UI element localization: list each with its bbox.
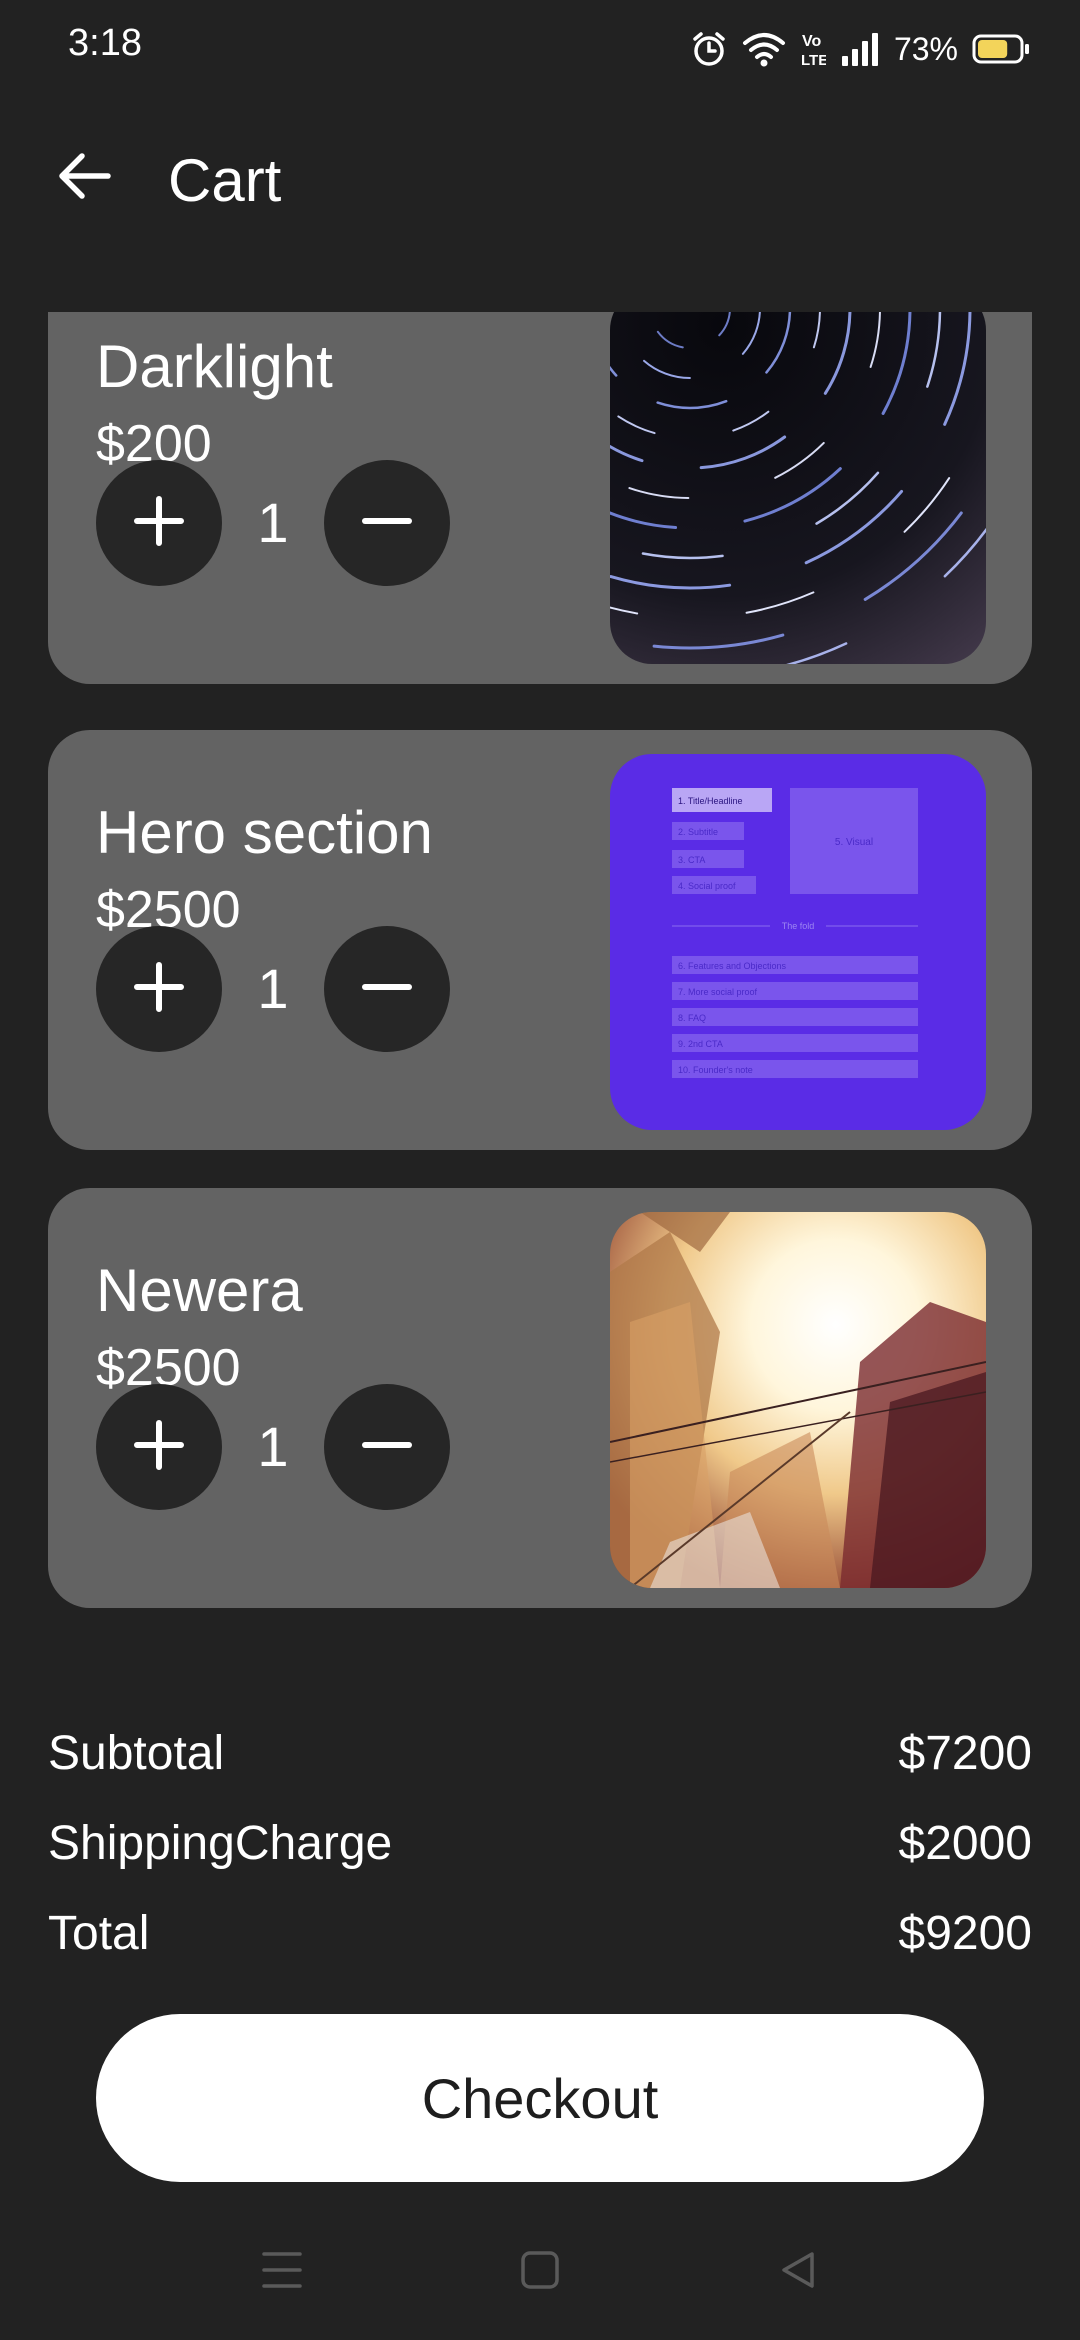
home-nav-button[interactable]: [500, 2242, 580, 2302]
plus-icon: [133, 961, 185, 1018]
wireframe-label: 4. Social proof: [678, 881, 736, 891]
home-square-icon: [520, 2250, 560, 2295]
menu-nav-button[interactable]: [242, 2242, 322, 2302]
star-trails-image: [610, 312, 986, 664]
decrease-quantity-button[interactable]: [324, 1384, 450, 1510]
back-triangle-icon: [778, 2250, 818, 2295]
subtotal-label: Subtotal: [48, 1727, 225, 1780]
svg-text:Vo: Vo: [802, 33, 821, 50]
wireframe-label: 5. Visual: [835, 837, 873, 848]
back-button[interactable]: [48, 142, 120, 214]
increase-quantity-button[interactable]: [96, 926, 222, 1052]
increase-quantity-button[interactable]: [96, 460, 222, 586]
wireframe-label: The fold: [782, 921, 815, 931]
status-bar: 3:18 Vo LTE 73%: [0, 0, 1080, 96]
cart-item-newera[interactable]: Newera $2500 1: [48, 1188, 1032, 1608]
wireframe-label: 1. Title/Headline: [678, 796, 743, 806]
battery-icon: [972, 33, 1030, 65]
signal-icon: [840, 32, 880, 66]
item-image: [610, 312, 986, 664]
checkout-button[interactable]: Checkout: [96, 2014, 984, 2182]
cart-item-darklight[interactable]: Darklight $200 1: [48, 312, 1032, 684]
wireframe-image: 1. Title/Headline 2. Subtitle 3. CTA 4. …: [610, 754, 986, 1130]
total-value: $9200: [898, 1907, 1032, 1960]
wireframe-label: 2. Subtitle: [678, 827, 718, 837]
item-image: [610, 1212, 986, 1588]
wifi-icon: [742, 31, 786, 67]
shipping-row: ShippingCharge $2000: [48, 1808, 1032, 1898]
arrow-left-icon: [56, 152, 112, 205]
increase-quantity-button[interactable]: [96, 1384, 222, 1510]
total-label: Total: [48, 1907, 150, 1960]
page-title: Cart: [168, 147, 282, 214]
wireframe-label: 10. Founder's note: [678, 1065, 753, 1075]
back-nav-button[interactable]: [758, 2242, 838, 2302]
svg-text:LTE: LTE: [801, 52, 826, 69]
item-name: Hero section: [96, 799, 433, 866]
total-row: Total $9200: [48, 1898, 1032, 1988]
volte-icon: Vo LTE: [800, 29, 826, 69]
shipping-label: ShippingCharge: [48, 1817, 393, 1870]
status-time: 3:18: [68, 22, 142, 64]
plus-icon: [133, 495, 185, 552]
quantity-value: 1: [257, 491, 289, 554]
minus-icon: [361, 1419, 413, 1476]
decrease-quantity-button[interactable]: [324, 926, 450, 1052]
subtotal-value: $7200: [898, 1727, 1032, 1780]
item-name: Newera: [96, 1257, 303, 1324]
status-icons: Vo LTE 73%: [690, 24, 1030, 74]
cart-item-hero-section[interactable]: Hero section $2500 1 1. Title/Headline 2…: [48, 730, 1032, 1150]
minus-icon: [361, 495, 413, 552]
wireframe-label: 7. More social proof: [678, 987, 758, 997]
subtotal-row: Subtotal $7200: [48, 1718, 1032, 1808]
alarm-icon: [690, 30, 728, 68]
item-name: Darklight: [96, 333, 333, 400]
quantity-value: 1: [257, 1415, 289, 1478]
city-fisheye-image: [610, 1212, 986, 1588]
decrease-quantity-button[interactable]: [324, 460, 450, 586]
menu-icon: [262, 2251, 302, 2294]
cart-list[interactable]: Darklight $200 1 Hero section $2500 1 1.…: [0, 312, 1080, 1622]
minus-icon: [361, 961, 413, 1018]
shipping-value: $2000: [898, 1817, 1032, 1870]
battery-percent: 73%: [893, 30, 958, 67]
wireframe-label: 9. 2nd CTA: [678, 1039, 723, 1049]
item-image: 1. Title/Headline 2. Subtitle 3. CTA 4. …: [610, 754, 986, 1130]
wireframe-label: 3. CTA: [678, 855, 705, 865]
order-summary: Subtotal $7200 ShippingCharge $2000 Tota…: [48, 1718, 1032, 1988]
quantity-value: 1: [257, 957, 289, 1020]
wireframe-label: 8. FAQ: [678, 1013, 706, 1023]
plus-icon: [133, 1419, 185, 1476]
wireframe-label: 6. Features and Objections: [678, 961, 787, 971]
